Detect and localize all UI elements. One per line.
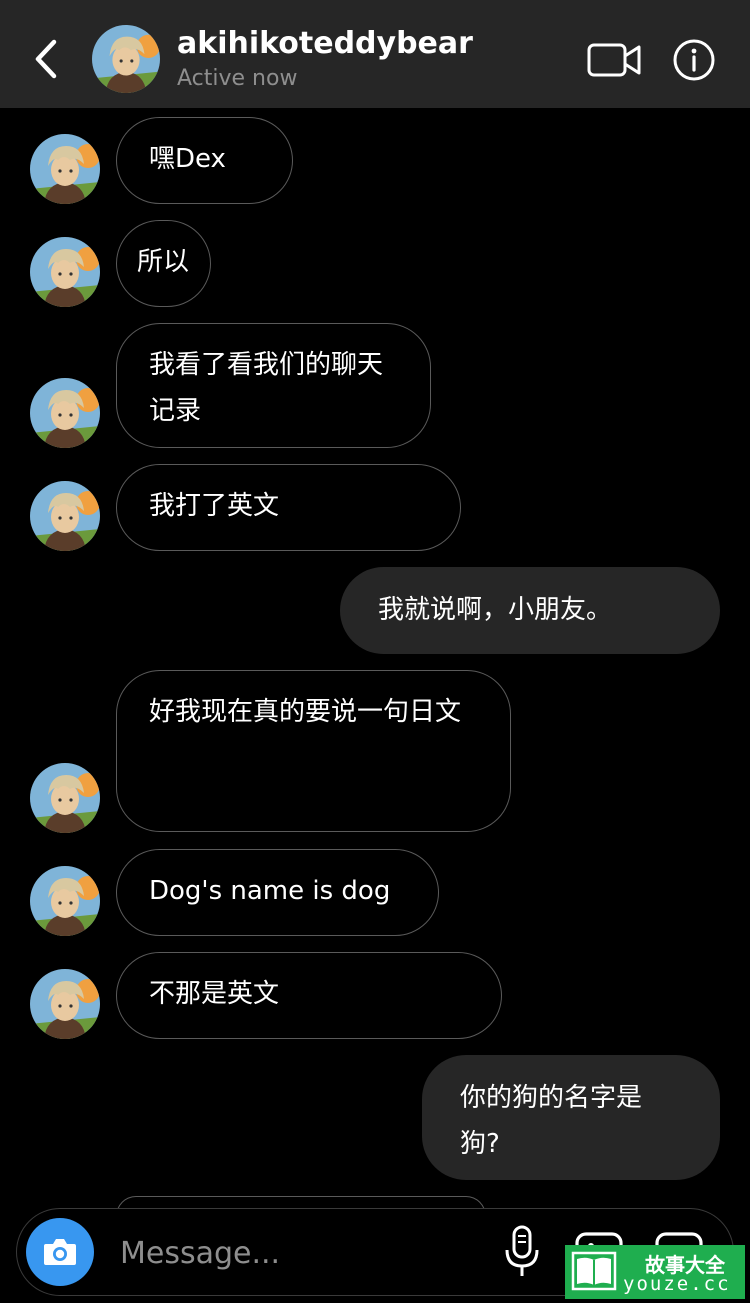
watermark-url: youze.cc [623,1273,731,1295]
microphone-icon[interactable] [502,1224,542,1280]
incoming-message[interactable]: 好我现在真的要说一句日文 [116,670,511,832]
incoming-message[interactable]: 不那是英文 [116,952,502,1039]
camera-button[interactable] [26,1218,94,1286]
outgoing-message[interactable]: 我就说啊，小朋友。 [340,567,720,654]
username[interactable]: akihikoteddybear [177,26,473,61]
sender-avatar[interactable] [30,378,100,448]
sender-avatar[interactable] [30,481,100,551]
message-input[interactable] [120,1230,460,1276]
video-call-icon[interactable] [586,40,642,80]
back-arrow-icon[interactable] [28,34,68,84]
chat-header: akihikoteddybear Active now [0,0,750,108]
active-status: Active now [177,66,298,91]
incoming-message[interactable]: 嘿Dex [116,117,293,204]
watermark-logo: 故事大全 youze.cc [565,1245,745,1299]
incoming-message[interactable]: 我打了英文 [116,464,461,551]
info-icon[interactable] [672,38,716,82]
incoming-message[interactable]: 所以 [116,220,211,307]
sender-avatar[interactable] [30,134,100,204]
sender-avatar[interactable] [30,763,100,833]
book-icon [571,1251,617,1291]
sender-avatar[interactable] [30,866,100,936]
sender-avatar[interactable] [30,969,100,1039]
outgoing-message[interactable]: 你的狗的名字是 狗? [422,1055,720,1180]
camera-icon [44,1239,76,1265]
incoming-message[interactable]: 我看了看我们的聊天 记录 [116,323,431,448]
header-avatar[interactable] [92,25,160,93]
incoming-message[interactable]: Dog's name is dog [116,849,439,936]
sender-avatar[interactable] [30,237,100,307]
